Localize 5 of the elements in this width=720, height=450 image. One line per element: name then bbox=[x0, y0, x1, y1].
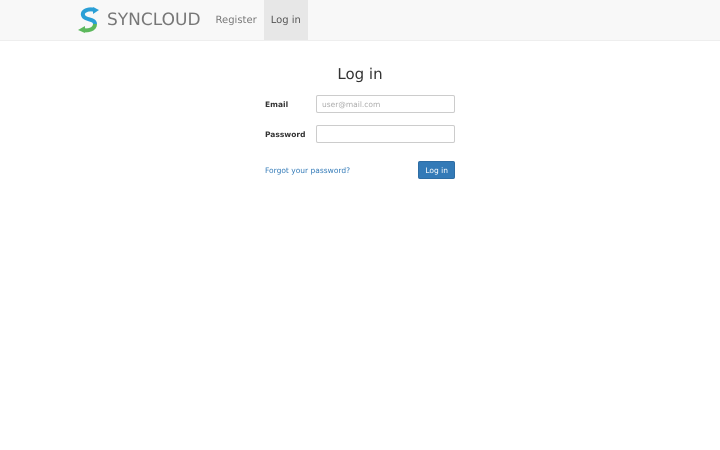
page-title: Log in bbox=[336, 65, 384, 83]
brand-name[interactable]: SYNCLOUD bbox=[107, 10, 201, 30]
input-field[interactable] bbox=[316, 125, 455, 143]
nav-link[interactable]: Register bbox=[208, 0, 264, 40]
nav-link[interactable]: Log in bbox=[264, 0, 308, 40]
